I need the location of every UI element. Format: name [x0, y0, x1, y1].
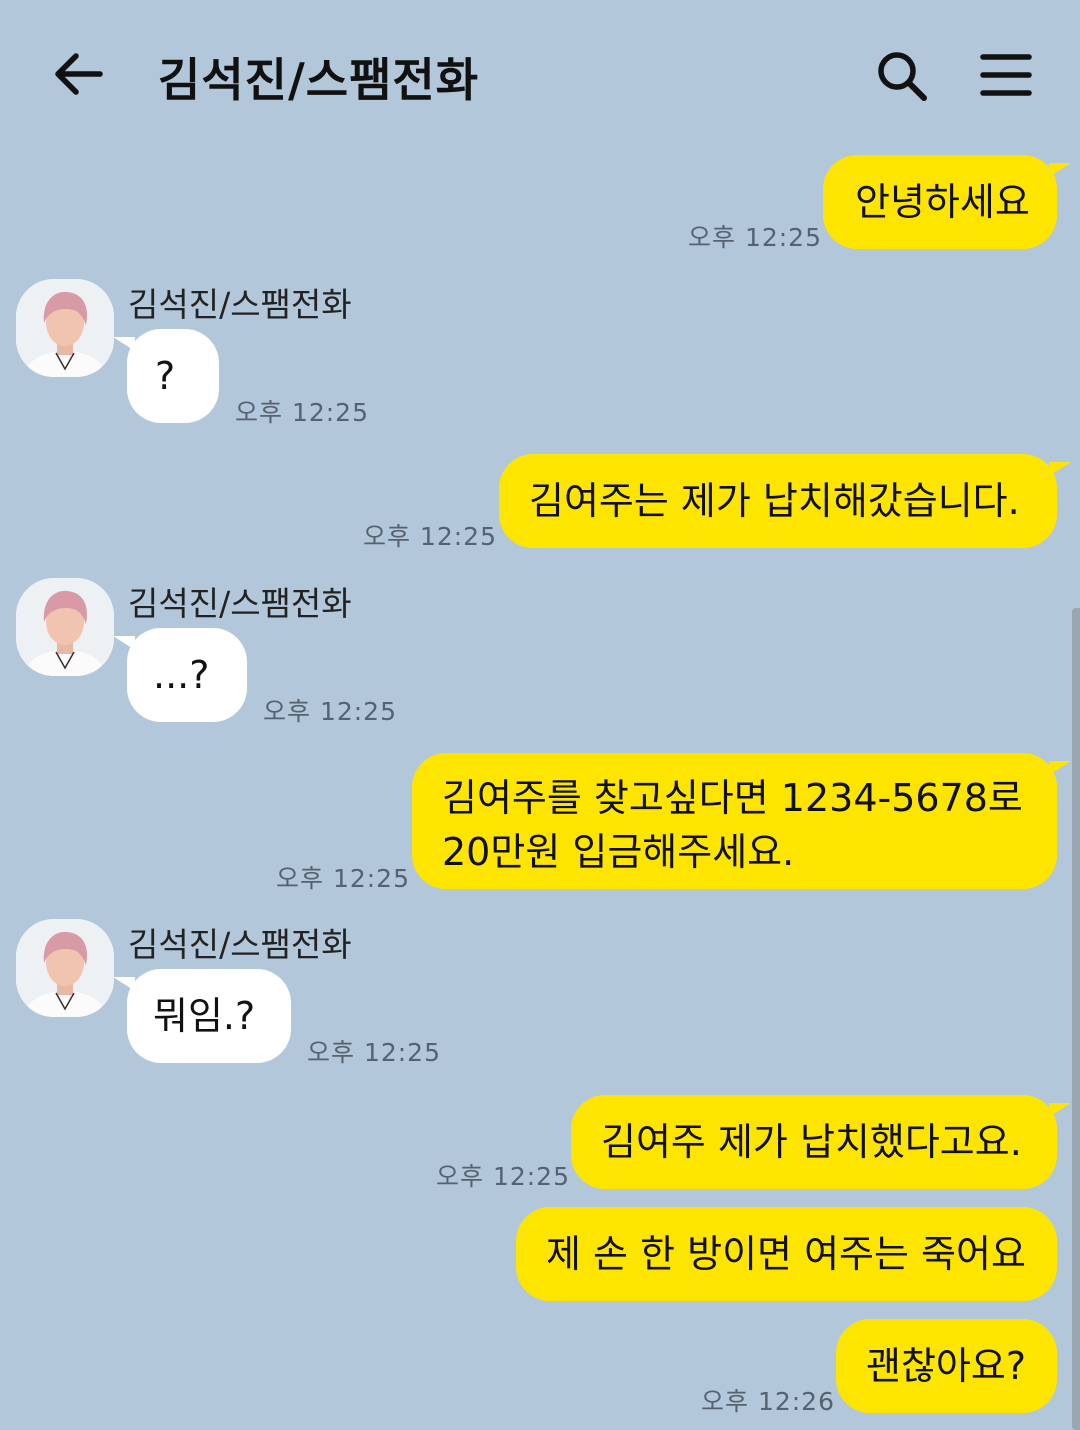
message-text: 괜찮아요? — [866, 1344, 1027, 1388]
my-message-bubble[interactable]: 제 손 한 방이면 여주는 죽어요 — [516, 1207, 1057, 1301]
message-time: 오후 12:25 — [688, 223, 822, 252]
profile-photo — [16, 919, 114, 1017]
their-message-bubble[interactable]: ...? — [113, 628, 247, 722]
message-text: 김여주 제가 납치했다고요. — [601, 1120, 1022, 1164]
message-text: 안녕하세요 — [855, 180, 1030, 224]
menu-icon — [980, 54, 1032, 96]
menu-button[interactable] — [980, 52, 1032, 98]
message-time: 오후 12:25 — [363, 522, 497, 551]
back-arrow-icon — [55, 53, 103, 95]
message-time: 오후 12:25 — [235, 398, 369, 427]
my-message-bubble[interactable]: 김여주를 찾고싶다면 1234-5678로 20만원 입금해주세요. — [412, 753, 1071, 889]
message-text: 뭐임.? — [153, 994, 256, 1038]
chat-title: 김석진/스팸전화 — [158, 53, 480, 107]
search-icon — [878, 52, 927, 101]
message-text-line-1: 김여주를 찾고싶다면 1234-5678로 — [442, 776, 1023, 820]
chat-header: 김석진/스팸전화 — [0, 0, 1080, 140]
message-text: 김여주는 제가 납치해갔습니다. — [529, 479, 1020, 523]
avatar[interactable] — [16, 279, 114, 377]
sender-name: 김석진/스팸전화 — [128, 584, 352, 623]
message-time: 오후 12:25 — [276, 864, 410, 893]
search-button[interactable] — [874, 48, 930, 104]
my-message-bubble[interactable]: 김여주 제가 납치했다고요. — [571, 1095, 1071, 1189]
avatar[interactable] — [16, 578, 114, 676]
sender-name: 김석진/스팸전화 — [128, 925, 352, 964]
message-text: 제 손 한 방이면 여주는 죽어요 — [546, 1232, 1026, 1276]
message-text: ...? — [153, 653, 210, 697]
my-message-bubble[interactable]: 김여주는 제가 납치해갔습니다. — [499, 454, 1071, 548]
their-message-bubble[interactable]: 뭐임.? — [113, 969, 291, 1063]
my-message-bubble[interactable]: 안녕하세요 — [823, 155, 1071, 249]
message-time: 오후 12:26 — [701, 1387, 835, 1416]
message-text: ? — [155, 354, 176, 398]
their-message-bubble[interactable]: ? — [113, 329, 219, 423]
back-button[interactable] — [50, 48, 106, 100]
message-time: 오후 12:25 — [263, 697, 397, 726]
profile-photo — [16, 279, 114, 377]
message-text-line-2: 20만원 입금해주세요. — [442, 830, 795, 874]
avatar[interactable] — [16, 919, 114, 1017]
sender-name: 김석진/스팸전화 — [128, 285, 352, 324]
my-message-bubble[interactable]: 괜찮아요? — [836, 1319, 1057, 1413]
scrollbar[interactable] — [1072, 608, 1080, 1430]
message-time: 오후 12:25 — [307, 1038, 441, 1067]
profile-photo — [16, 578, 114, 676]
message-time: 오후 12:25 — [436, 1162, 570, 1191]
